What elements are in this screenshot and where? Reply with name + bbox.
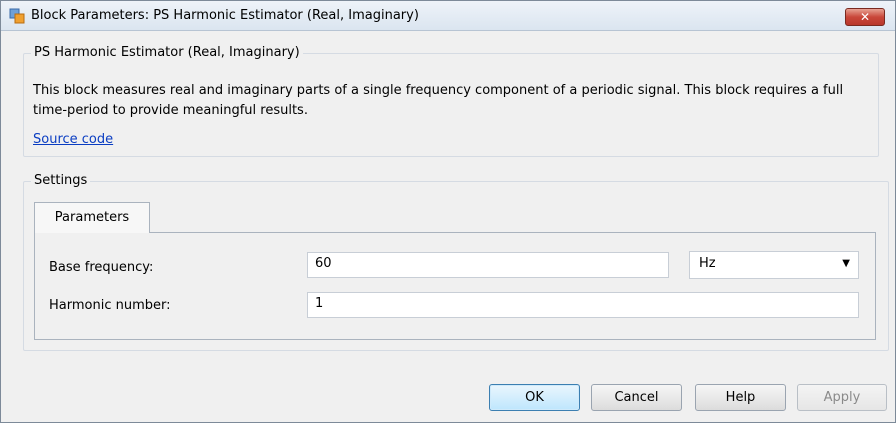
- chevron-down-icon: ▼: [842, 258, 850, 269]
- source-code-link[interactable]: Source code: [33, 132, 113, 147]
- block-parameters-dialog: Block Parameters: PS Harmonic Estimator …: [0, 0, 896, 423]
- close-icon: ✕: [859, 10, 871, 24]
- harmonic-number-value: 1: [315, 296, 324, 311]
- ok-button-label: OK: [525, 390, 544, 405]
- base-frequency-unit-value: Hz: [699, 256, 716, 271]
- window-title: Block Parameters: PS Harmonic Estimator …: [31, 8, 419, 23]
- simulink-block-icon: [9, 8, 25, 24]
- block-description: This block measures real and imaginary p…: [33, 83, 844, 118]
- block-group-title: PS Harmonic Estimator (Real, Imaginary): [31, 45, 303, 60]
- base-frequency-value: 60: [315, 256, 332, 271]
- help-button[interactable]: Help: [695, 384, 786, 411]
- close-button[interactable]: ✕: [845, 8, 885, 26]
- tab-parameters-label: Parameters: [54, 210, 130, 225]
- base-frequency-unit-select[interactable]: Hz ▼: [689, 251, 859, 279]
- base-frequency-label: Base frequency:: [49, 260, 154, 275]
- apply-button-label: Apply: [823, 390, 861, 405]
- cancel-button-label: Cancel: [614, 390, 659, 405]
- apply-button[interactable]: Apply: [797, 384, 887, 411]
- parameters-tab-panel: [34, 232, 876, 340]
- harmonic-number-label: Harmonic number:: [49, 298, 171, 313]
- ok-button[interactable]: OK: [489, 384, 580, 411]
- tab-parameters[interactable]: Parameters: [34, 202, 150, 233]
- settings-group-title: Settings: [31, 173, 91, 188]
- harmonic-number-field[interactable]: 1: [307, 292, 859, 318]
- cancel-button[interactable]: Cancel: [591, 384, 682, 411]
- help-button-label: Help: [725, 390, 756, 405]
- title-bar[interactable]: Block Parameters: PS Harmonic Estimator …: [1, 1, 895, 31]
- base-frequency-field[interactable]: 60: [307, 252, 669, 278]
